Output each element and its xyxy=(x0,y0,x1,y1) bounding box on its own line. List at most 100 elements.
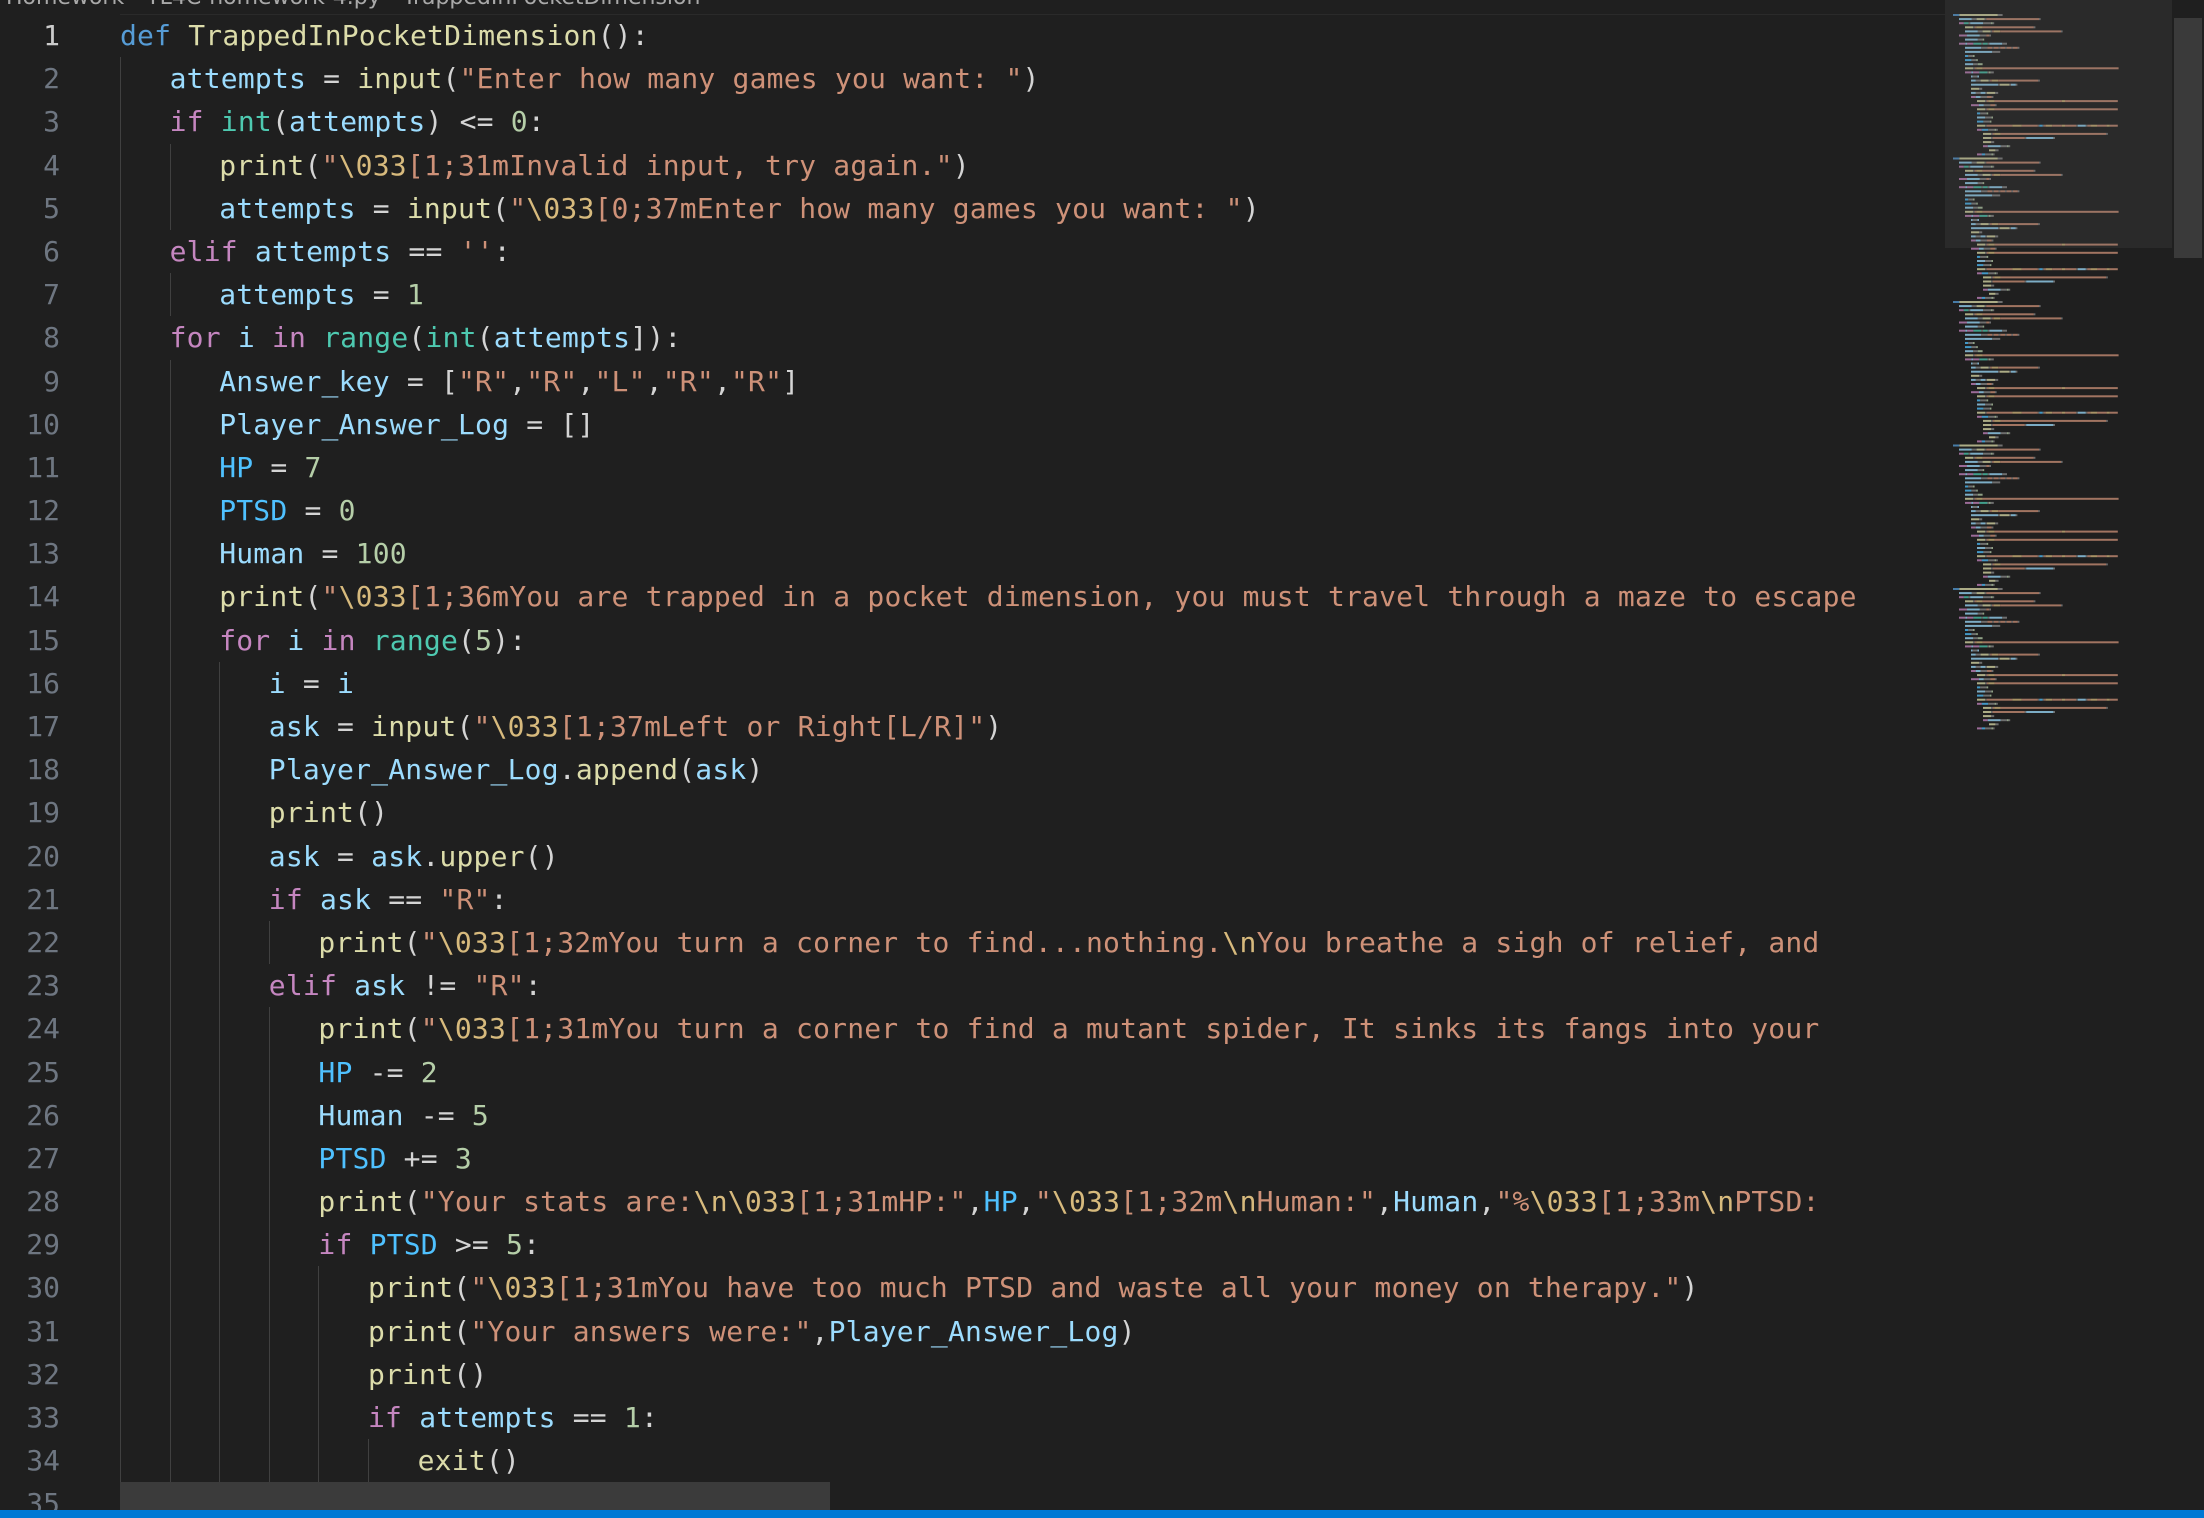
code-line[interactable]: 27 PTSD += 3 xyxy=(0,1136,1945,1181)
line-number[interactable]: 11 xyxy=(0,446,60,489)
line-number[interactable]: 24 xyxy=(0,1007,60,1050)
code-line[interactable]: 26 Human -= 5 xyxy=(0,1093,1945,1137)
code-text[interactable]: def TrappedInPocketDimension(): xyxy=(120,14,649,57)
line-number[interactable]: 32 xyxy=(0,1353,60,1396)
code-text[interactable]: for i in range(5): xyxy=(219,619,526,662)
code-text[interactable]: if int(attempts) <= 0: xyxy=(170,100,545,143)
code-text[interactable]: print() xyxy=(269,791,388,834)
horizontal-scrollbar-thumb[interactable] xyxy=(120,1482,830,1510)
code-text[interactable]: attempts = 1 xyxy=(219,273,424,316)
vertical-scrollbar[interactable] xyxy=(2172,0,2204,1510)
line-number[interactable]: 35 xyxy=(0,1482,60,1510)
code-area[interactable]: 1 def TrappedInPocketDimension(): 2 attempt… xyxy=(0,14,1945,1510)
code-line[interactable]: 14 print("\033[1;36mYou are trapped in a … xyxy=(0,575,1945,619)
code-line[interactable]: 25 HP -= 2 xyxy=(0,1050,1945,1094)
code-line[interactable]: 6 elif attempts == '': xyxy=(0,229,1945,274)
code-text[interactable]: print("\033[1;31mYou turn a corner to fi… xyxy=(318,1007,1819,1050)
code-text[interactable]: print("\033[1;32mYou turn a corner to fi… xyxy=(318,921,1819,964)
code-line[interactable]: 12 PTSD = 0 xyxy=(0,489,1945,533)
code-line[interactable]: 5 attempts = input("\033[0;37mEnter how m… xyxy=(0,186,1945,230)
code-line[interactable]: 8 for i in range(int(attempts]): xyxy=(0,316,1945,360)
code-text[interactable]: print("Your answers were:",Player_Answer… xyxy=(368,1310,1136,1353)
line-number[interactable]: 8 xyxy=(0,316,60,359)
code-line[interactable]: 11 HP = 7 xyxy=(0,445,1945,490)
code-line[interactable]: 30 print("\033[1;31mYou have too much PTS… xyxy=(0,1266,1945,1310)
line-number[interactable]: 21 xyxy=(0,878,60,921)
code-line[interactable]: 4 print("\033[1;31mInvalid input, try aga… xyxy=(0,143,1945,187)
code-line[interactable]: 23 elif ask != "R": xyxy=(0,964,1945,1008)
minimap-slider[interactable] xyxy=(1945,0,2185,248)
line-number[interactable]: 28 xyxy=(0,1180,60,1223)
code-text[interactable]: ask = ask.upper() xyxy=(269,835,559,878)
line-number[interactable]: 6 xyxy=(0,230,60,273)
line-number[interactable]: 19 xyxy=(0,791,60,834)
code-text[interactable]: Human = 100 xyxy=(219,532,407,575)
line-number[interactable]: 27 xyxy=(0,1137,60,1180)
line-number[interactable]: 18 xyxy=(0,748,60,791)
line-number[interactable]: 1 xyxy=(0,14,60,57)
line-number[interactable]: 23 xyxy=(0,964,60,1007)
code-text[interactable]: elif attempts == '': xyxy=(170,230,511,273)
code-editor[interactable]: Homework TL4C-homework-4.py TrappedInPocke… xyxy=(0,0,1945,1510)
line-number[interactable]: 13 xyxy=(0,532,60,575)
code-text[interactable]: PTSD = 0 xyxy=(219,489,355,532)
code-text[interactable]: print("\033[1;36mYou are trapped in a po… xyxy=(219,575,1857,618)
code-line[interactable]: 7 attempts = 1 xyxy=(0,273,1945,317)
code-line[interactable]: 10 Player_Answer_Log = [] xyxy=(0,402,1945,446)
minimap[interactable] xyxy=(1945,0,2185,1510)
breadcrumb-item[interactable]: TL4C-homework-4.py xyxy=(146,0,381,10)
line-number[interactable]: 30 xyxy=(0,1266,60,1309)
code-line[interactable]: 32 print() xyxy=(0,1352,1945,1396)
code-line[interactable]: 15 for i in range(5): xyxy=(0,618,1945,662)
code-text[interactable]: for i in range(int(attempts]): xyxy=(170,316,682,359)
code-line[interactable]: 34 exit() xyxy=(0,1439,1945,1483)
line-number[interactable]: 29 xyxy=(0,1223,60,1266)
line-number[interactable]: 7 xyxy=(0,273,60,316)
code-line[interactable]: 9 Answer_key = ["R","R","L","R","R"] xyxy=(0,359,1945,403)
code-text[interactable]: ask = input("\033[1;37mLeft or Right[L/R… xyxy=(269,705,1003,748)
code-line[interactable]: 3 if int(attempts) <= 0: xyxy=(0,100,1945,144)
code-text[interactable]: print("\033[1;31mInvalid input, try agai… xyxy=(219,144,970,187)
line-number[interactable]: 14 xyxy=(0,575,60,618)
code-line[interactable]: 31 print("Your answers were:",Player_Answ… xyxy=(0,1309,1945,1353)
line-number[interactable]: 25 xyxy=(0,1051,60,1094)
line-number[interactable]: 16 xyxy=(0,662,60,705)
code-line[interactable]: 20 ask = ask.upper() xyxy=(0,834,1945,878)
code-line[interactable]: 18 Player_Answer_Log.append(ask) xyxy=(0,748,1945,792)
code-line[interactable]: 17 ask = input("\033[1;37mLeft or Right[L… xyxy=(0,705,1945,749)
code-line[interactable]: 21 if ask == "R": xyxy=(0,877,1945,921)
code-line[interactable]: 16 i = i xyxy=(0,661,1945,705)
line-number[interactable]: 15 xyxy=(0,619,60,662)
code-text[interactable]: i = i xyxy=(269,662,354,705)
code-text[interactable]: Answer_key = ["R","R","L","R","R"] xyxy=(219,360,799,403)
code-text[interactable]: attempts = input("Enter how many games y… xyxy=(170,57,1040,100)
code-line[interactable]: 24 print("\033[1;31mYou turn a corner to … xyxy=(0,1007,1945,1051)
code-line[interactable]: 22 print("\033[1;32mYou turn a corner to … xyxy=(0,920,1945,965)
line-number[interactable]: 31 xyxy=(0,1310,60,1353)
vertical-scrollbar-thumb[interactable] xyxy=(2174,18,2202,258)
code-line[interactable]: 29 if PTSD >= 5: xyxy=(0,1223,1945,1267)
line-number[interactable]: 12 xyxy=(0,489,60,532)
breadcrumb-item[interactable]: TrappedInPocketDimension xyxy=(403,0,701,10)
line-number[interactable]: 33 xyxy=(0,1396,60,1439)
line-number[interactable]: 34 xyxy=(0,1439,60,1482)
code-text[interactable]: HP = 7 xyxy=(219,446,321,489)
code-text[interactable]: PTSD += 3 xyxy=(318,1137,472,1180)
code-line[interactable]: 33 if attempts == 1: xyxy=(0,1396,1945,1440)
line-number[interactable]: 3 xyxy=(0,100,60,143)
code-text[interactable]: print("Your stats are:\n\033[1;31mHP:",H… xyxy=(318,1180,1819,1223)
code-text[interactable]: print("\033[1;31mYou have too much PTSD … xyxy=(368,1266,1699,1309)
line-number[interactable]: 22 xyxy=(0,921,60,964)
line-number[interactable]: 10 xyxy=(0,403,60,446)
code-text[interactable]: if ask == "R": xyxy=(269,878,508,921)
line-number[interactable]: 5 xyxy=(0,187,60,230)
code-text[interactable]: if attempts == 1: xyxy=(368,1396,658,1439)
line-number[interactable]: 26 xyxy=(0,1094,60,1137)
line-number[interactable]: 20 xyxy=(0,835,60,878)
line-number[interactable]: 4 xyxy=(0,144,60,187)
code-text[interactable]: Player_Answer_Log.append(ask) xyxy=(269,748,764,791)
code-text[interactable]: HP -= 2 xyxy=(318,1051,437,1094)
code-text[interactable]: if PTSD >= 5: xyxy=(318,1223,540,1266)
code-text[interactable]: attempts = input("\033[0;37mEnter how ma… xyxy=(219,187,1260,230)
breadcrumb-item[interactable]: Homework xyxy=(6,0,124,10)
